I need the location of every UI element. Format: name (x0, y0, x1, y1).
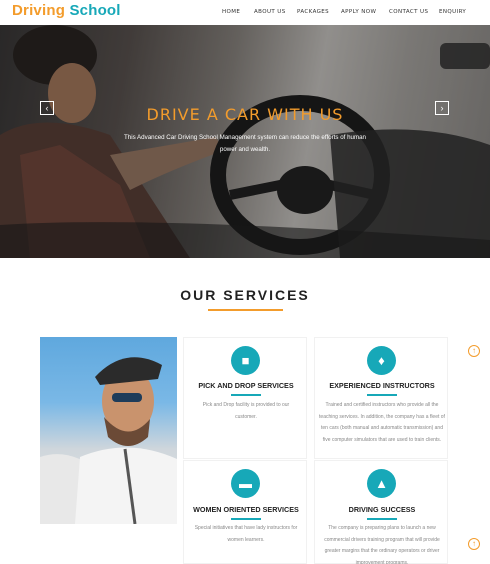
nav-packages[interactable]: PACKAGES (297, 9, 329, 15)
scroll-top-button[interactable]: ↑ (468, 538, 480, 550)
nav-apply-now[interactable]: APPLY NOW (341, 9, 376, 15)
service-description: The company is preparing plans to launch… (324, 525, 440, 564)
bell-icon: ♦ (367, 346, 396, 375)
hero-slider: DRIVE A CAR WITH US This Advanced Car Dr… (0, 25, 490, 258)
slider-prev-button[interactable]: ‹ (40, 101, 54, 115)
thumbs-up-icon: ▲ (367, 469, 396, 498)
services-photo (40, 337, 177, 524)
service-card: ▬ WOMEN ORIENTED SERVICES Special initia… (183, 460, 307, 564)
slider-next-button[interactable]: › (435, 101, 449, 115)
credit-card-icon: ▬ (231, 469, 260, 498)
hero-title: DRIVE A CAR WITH US (146, 105, 344, 124)
service-card: ■ PICK AND DROP SERVICES Pick and Drop f… (183, 337, 307, 459)
title-underline (208, 309, 283, 311)
hero-text: This Advanced Car Driving School Managem… (123, 134, 366, 153)
arrow-up-icon: ↑ (472, 346, 476, 355)
driver-photo-illustration (40, 357, 177, 524)
service-title: WOMEN ORIENTED SERVICES (193, 505, 299, 514)
service-underline (367, 518, 397, 520)
service-description: Trained and certified instructors who pr… (319, 402, 445, 443)
nav-enquiry[interactable]: ENQUIRY (439, 9, 466, 15)
services-title: OUR SERVICES (180, 287, 310, 303)
service-underline (367, 394, 397, 396)
nav-home[interactable]: HOME (222, 9, 240, 15)
car-icon: ■ (231, 346, 260, 375)
arrow-up-icon: ↑ (472, 539, 476, 548)
service-description: Pick and Drop facility is provided to ou… (202, 402, 290, 420)
service-title: EXPERIENCED INSTRUCTORS (329, 381, 435, 390)
service-title: PICK AND DROP SERVICES (198, 381, 294, 390)
main-nav: HOME ABOUT US PACKAGES APPLY NOW CONTACT… (0, 9, 490, 19)
navbar: Driving School HOME ABOUT US PACKAGES AP… (0, 0, 490, 25)
service-underline (231, 518, 261, 520)
chevron-left-icon: ‹ (45, 103, 49, 113)
service-card: ▲ DRIVING SUCCESS The company is prepari… (314, 460, 448, 564)
scroll-top-button[interactable]: ↑ (468, 345, 480, 357)
nav-about-us[interactable]: ABOUT US (254, 9, 286, 15)
service-card: ♦ EXPERIENCED INSTRUCTORS Trained and ce… (314, 337, 448, 459)
service-description: Special initiatives that have lady instr… (194, 525, 298, 543)
chevron-right-icon: › (440, 103, 444, 113)
service-underline (231, 394, 261, 396)
nav-contact-us[interactable]: CONTACT US (389, 9, 428, 15)
service-title: DRIVING SUCCESS (348, 505, 416, 514)
